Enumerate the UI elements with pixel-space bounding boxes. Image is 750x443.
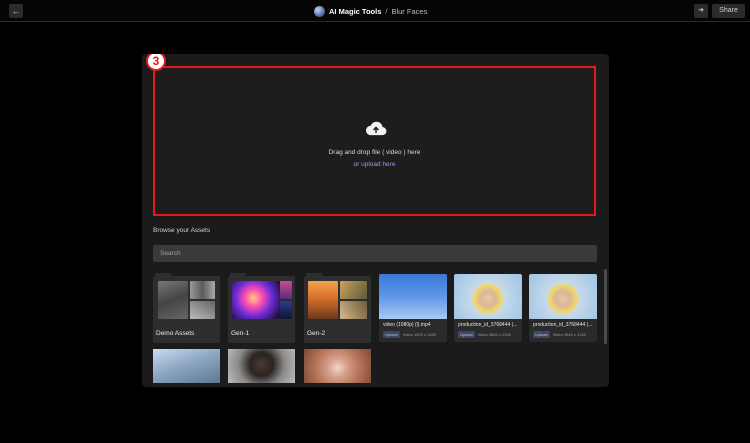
folder-tab xyxy=(155,273,171,277)
dropzone-instruction: Drag and drop file ( video ) here xyxy=(328,149,421,156)
asset-thumbnail xyxy=(529,274,597,319)
folder-thumbnail xyxy=(190,301,215,319)
asset-filename: production_id_3768444 (... xyxy=(458,322,518,328)
asset-card[interactable] xyxy=(304,349,371,383)
asset-meta: Upload Video 3840 x 2160 xyxy=(533,331,586,338)
folder-thumbnail xyxy=(308,281,338,319)
asset-filename: production_id_3768444 (... xyxy=(533,322,593,328)
folder-demo-assets[interactable]: Demo Assets xyxy=(153,276,220,343)
back-button[interactable]: ← xyxy=(9,4,23,18)
breadcrumb-page-name: Blur Faces xyxy=(391,6,428,16)
sidebar-toggle-button[interactable]: ➜ xyxy=(694,4,708,18)
folder-thumbnail xyxy=(340,301,367,319)
asset-card[interactable] xyxy=(153,349,220,383)
folder-gen-1[interactable]: Gen-1 xyxy=(228,276,295,343)
asset-source-badge: Upload xyxy=(383,331,400,338)
asset-resolution: Video 3840 x 2160 xyxy=(477,332,511,337)
top-bar: ← AI Magic Tools / Blur Faces ➜ Share xyxy=(0,0,750,22)
breadcrumb-separator: / xyxy=(385,6,388,16)
breadcrumb-app-name[interactable]: AI Magic Tools xyxy=(329,7,381,16)
folder-tab xyxy=(306,273,322,277)
asset-filename: video (1080p) (l).mp4 xyxy=(383,322,431,328)
asset-meta: Upload Video 3840 x 2160 xyxy=(458,331,511,338)
asset-card[interactable]: production_id_3768444 (... Upload Video … xyxy=(529,274,597,342)
asset-thumbnail xyxy=(379,274,447,319)
asset-resolution: Video 1920 x 1080 xyxy=(402,332,436,337)
cloud-upload-icon xyxy=(366,121,387,136)
folder-gen-2[interactable]: Gen-2 xyxy=(304,276,371,343)
share-button[interactable]: Share xyxy=(712,4,745,18)
folder-thumbnail xyxy=(190,281,215,299)
folder-thumbnail xyxy=(158,281,188,319)
asset-card[interactable]: production_id_3768444 (... Upload Video … xyxy=(454,274,522,342)
arrow-right-icon: ➜ xyxy=(698,7,704,14)
assets-scrollbar[interactable] xyxy=(604,269,607,344)
folder-name: Demo Assets xyxy=(156,330,195,337)
upload-panel: Drag and drop file ( video ) here or upl… xyxy=(142,54,609,387)
assets-section-title: Browse your Assets xyxy=(153,227,211,234)
asset-card[interactable] xyxy=(228,349,295,383)
asset-card[interactable]: video (1080p) (l).mp4 Upload Video 1920 … xyxy=(379,274,447,342)
asset-resolution: Video 3840 x 2160 xyxy=(552,332,586,337)
app-logo-icon xyxy=(314,5,325,17)
asset-source-badge: Upload xyxy=(533,331,550,338)
asset-thumbnail xyxy=(454,274,522,319)
folder-thumbnail xyxy=(232,281,280,319)
folder-name: Gen-2 xyxy=(307,330,326,337)
assets-search-input[interactable] xyxy=(153,245,597,262)
breadcrumb: AI Magic Tools / Blur Faces xyxy=(314,3,427,19)
folder-tab xyxy=(230,273,246,277)
asset-meta: Upload Video 1920 x 1080 xyxy=(383,331,436,338)
arrow-left-icon: ← xyxy=(11,6,21,16)
folder-thumbnail xyxy=(280,301,292,319)
file-dropzone[interactable]: Drag and drop file ( video ) here or upl… xyxy=(153,66,596,216)
folder-name: Gen-1 xyxy=(231,330,250,337)
upload-link[interactable]: or upload here xyxy=(155,161,594,168)
folder-thumbnail xyxy=(280,281,292,299)
asset-source-badge: Upload xyxy=(458,331,475,338)
folder-thumbnail xyxy=(340,281,367,299)
